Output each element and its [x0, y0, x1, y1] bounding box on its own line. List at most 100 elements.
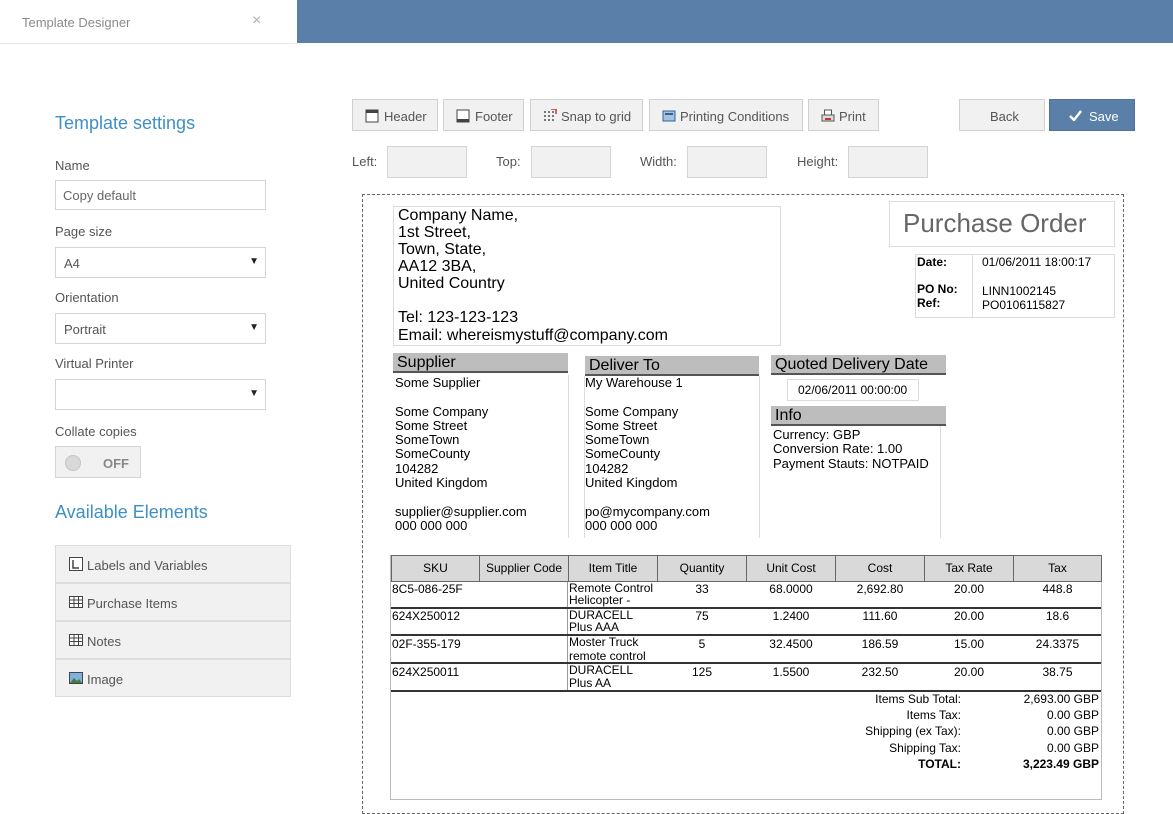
totals-value: 0.00 GBP — [1046, 724, 1099, 738]
left-input[interactable] — [387, 146, 467, 178]
print-button-label: Print — [839, 109, 866, 124]
row-cost: 186.59 — [861, 637, 899, 651]
caret-down-icon: ▼ — [249, 388, 259, 399]
collate-label: Collate copies — [55, 424, 137, 439]
collate-toggle[interactable]: OFF — [55, 446, 141, 478]
width-label: Width: — [640, 154, 677, 169]
column-header: SKU — [391, 555, 480, 582]
date-value: 01/06/2011 18:00:17 — [982, 255, 1092, 269]
row-unit-cost: 1.5500 — [772, 665, 810, 679]
row-divider — [391, 662, 1101, 664]
header-button-label: Header — [384, 109, 427, 124]
width-input[interactable] — [687, 146, 767, 178]
row-unit-cost: 1.2400 — [772, 609, 810, 623]
snap-to-grid-button[interactable]: Snap to grid — [530, 99, 643, 131]
footer-button[interactable]: Footer — [443, 99, 524, 131]
row-divider — [391, 634, 1101, 636]
page-size-value: A4 — [64, 256, 80, 271]
company-line: Town, State, — [398, 241, 487, 258]
element-label: Purchase Items — [87, 596, 178, 611]
company-line: 1st Street, — [398, 224, 471, 241]
virtual-printer-label: Virtual Printer — [55, 356, 134, 371]
printing-conditions-button[interactable]: Printing Conditions — [649, 99, 803, 131]
header-button[interactable]: Header — [352, 99, 438, 131]
height-input[interactable] — [848, 146, 928, 178]
element-label: Image — [87, 672, 124, 687]
left-label: Left: — [352, 154, 378, 169]
row-divider — [391, 607, 1101, 609]
element-image[interactable]: Image — [55, 659, 291, 697]
deliver-border-right — [759, 376, 760, 538]
row-cost: 232.50 — [861, 665, 899, 679]
top-label: Top: — [496, 154, 521, 169]
row-quantity: 125 — [691, 665, 713, 679]
check-icon — [1069, 110, 1082, 121]
virtual-printer-select[interactable]: ▼ — [55, 379, 266, 410]
back-button[interactable]: Back — [959, 99, 1045, 131]
totals-label: Items Sub Total: — [875, 692, 961, 706]
print-icon — [821, 109, 835, 122]
collate-state: OFF — [103, 456, 129, 471]
window-title: Template Designer — [22, 15, 131, 30]
totals-label: Shipping (ex Tax): — [865, 724, 961, 738]
totals-value: 0.00 GBP — [1046, 741, 1099, 755]
row-title: Helicopter - — [569, 593, 631, 607]
top-input[interactable] — [531, 146, 611, 178]
row-tax: 448.8 — [1042, 582, 1073, 596]
column-header: Cost — [835, 555, 925, 582]
supplier-border — [568, 375, 569, 538]
row-sku: 624X250011 — [392, 665, 460, 679]
row-tax: 24.3375 — [1035, 637, 1080, 651]
quoted-delivery-header: Quoted Delivery Date — [771, 355, 946, 375]
row-cost: 2,692.80 — [856, 582, 904, 596]
row-cost: 111.60 — [862, 609, 898, 623]
grand-total-label: TOTAL: — [918, 757, 961, 771]
row-sku: 02F-355-179 — [392, 637, 461, 651]
back-button-label: Back — [990, 109, 1019, 124]
close-icon[interactable]: × — [252, 12, 261, 30]
table-icon — [69, 634, 83, 646]
company-line: United Country — [398, 275, 505, 292]
row-unit-cost: 68.0000 — [769, 582, 813, 596]
totals-value: 2,693.00 GBP — [1023, 692, 1099, 706]
row-tax-rate: 20.00 — [953, 582, 985, 596]
ref-value: PO0106115827 — [982, 298, 1066, 312]
title-column-divider — [567, 582, 568, 691]
template-settings-title: Template settings — [55, 113, 196, 133]
meta-divider — [972, 254, 973, 318]
name-input[interactable] — [55, 180, 266, 210]
element-labels-variables[interactable]: Labels and Variables — [55, 545, 291, 583]
column-header: Tax — [1013, 555, 1102, 582]
grand-total-value: 3,223.49 GBP — [1022, 757, 1099, 771]
row-title: DURACELL — [569, 663, 634, 677]
name-label: Name — [55, 158, 90, 173]
footer-icon — [456, 109, 470, 123]
element-notes[interactable]: Notes — [55, 621, 291, 659]
grid-icon — [544, 109, 557, 121]
printing-conditions-label: Printing Conditions — [680, 109, 790, 124]
caret-down-icon: ▼ — [249, 256, 259, 267]
totals-label: Shipping Tax: — [889, 741, 961, 755]
orientation-value: Portrait — [64, 322, 106, 337]
designer-tab: Template Designer × — [0, 0, 297, 44]
footer-button-label: Footer — [475, 109, 513, 124]
column-header: Tax Rate — [924, 555, 1014, 582]
element-label: Notes — [87, 634, 121, 649]
row-title: remote control — [569, 649, 646, 663]
row-title: Plus AAA — [569, 620, 620, 634]
company-line: AA12 3BA, — [398, 258, 477, 275]
save-button-label: Save — [1089, 109, 1119, 124]
company-line: Email: whereismystuff@company.com — [398, 327, 668, 344]
toggle-knob — [65, 455, 81, 471]
print-button[interactable]: Print — [808, 99, 879, 131]
column-header: Item Title — [568, 555, 658, 582]
save-button[interactable]: Save — [1049, 99, 1135, 131]
page-size-select[interactable]: A4 ▼ — [55, 247, 266, 278]
element-purchase-items[interactable]: Purchase Items — [55, 583, 291, 621]
row-tax: 38.75 — [1042, 665, 1073, 679]
snap-button-label: Snap to grid — [561, 109, 632, 124]
page-size-label: Page size — [55, 224, 113, 239]
date-label: Date: — [917, 255, 948, 269]
orientation-select[interactable]: Portrait ▼ — [55, 313, 266, 344]
caret-down-icon: ▼ — [249, 322, 259, 333]
